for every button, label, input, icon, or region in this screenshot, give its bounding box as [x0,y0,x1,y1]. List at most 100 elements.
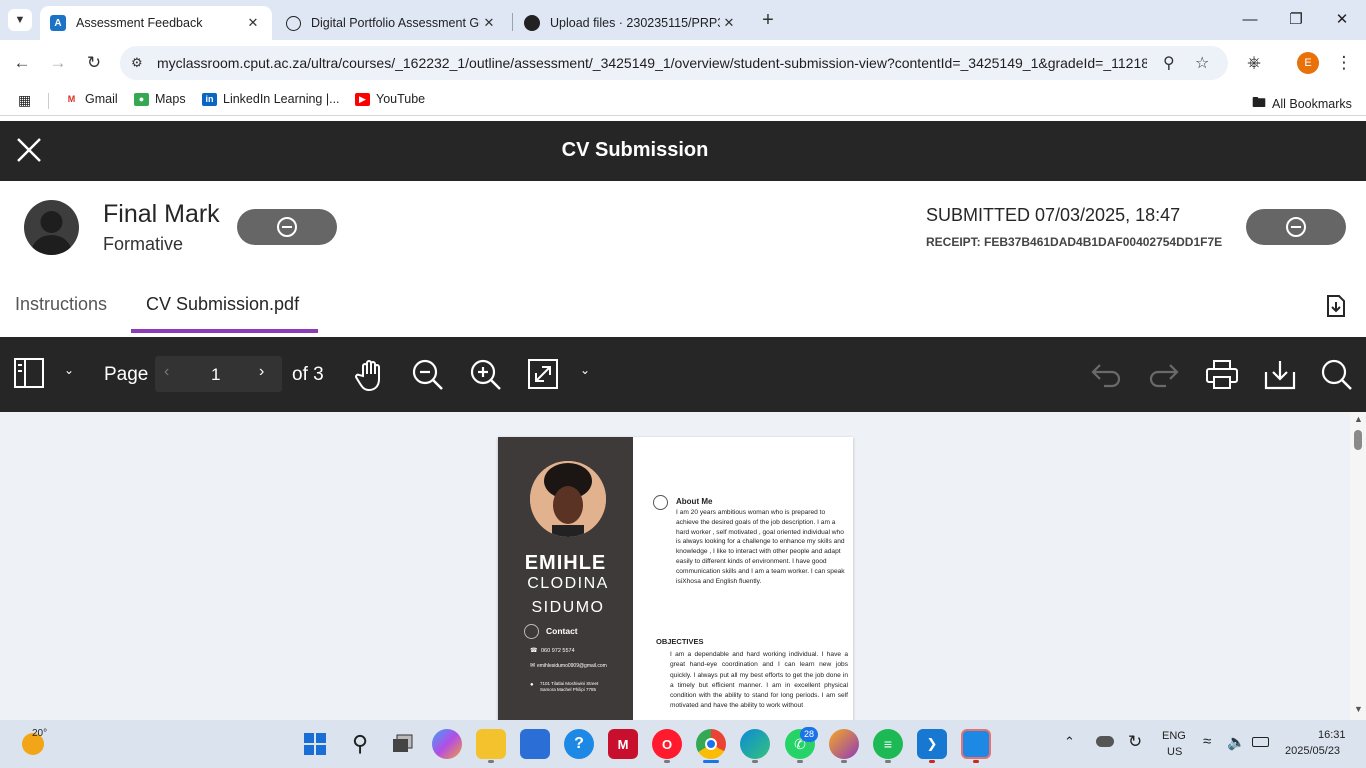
final-mark-label: Final Mark [103,200,220,228]
photos-icon[interactable] [961,729,991,759]
restore-icon[interactable]: ❐ [1276,8,1316,32]
clock-time[interactable]: 16:31 [1318,729,1346,741]
fit-page-icon[interactable] [528,359,558,389]
site-info-icon[interactable]: ⚙ [131,55,143,71]
bookmark-divider [48,93,49,109]
clock-date[interactable]: 2025/05/23 [1285,745,1340,757]
menu-icon[interactable]: ⋮ [1332,51,1356,75]
minus-circle-icon [1286,217,1306,237]
extensions-icon[interactable]: ⎈ [1242,51,1266,75]
grade-toggle-button[interactable] [237,209,337,245]
edge-icon[interactable] [740,729,770,759]
volume-icon[interactable]: 🔈 [1227,733,1246,751]
cv-email: emihlesidumo0909@gmail.com [537,663,607,669]
profile-photo [530,461,606,537]
all-bookmarks[interactable]: 🖿 All Bookmarks [1252,92,1352,116]
bookmark-star-icon[interactable]: ☆ [1195,53,1209,73]
print-icon[interactable] [1206,360,1238,390]
scrollbar-thumb[interactable] [1354,430,1362,450]
task-view-icon[interactable] [388,729,418,759]
cv-last-name: SIDUMO [531,599,605,616]
cv-objectives-heading: OBJECTIVES [656,637,704,646]
zoom-out-icon[interactable] [412,359,444,391]
gmail-icon: M [64,92,79,106]
apps-icon[interactable]: ▦ [18,92,31,109]
reload-icon[interactable]: ↻ [82,51,106,75]
tab-cv-submission-pdf[interactable]: CV Submission.pdf [146,294,299,315]
sidebar-dropdown-icon[interactable]: ⌄ [64,363,74,377]
url-text[interactable]: myclassroom.cput.ac.za/ultra/courses/_16… [157,55,1147,71]
contact-icon [524,624,539,639]
page-number-input[interactable]: 1 [211,365,220,385]
chrome-icon[interactable] [696,729,726,759]
sync-icon[interactable]: ↻ [1128,732,1142,752]
tab-instructions[interactable]: Instructions [15,294,107,315]
close-icon[interactable]: ✕ [244,15,262,31]
back-icon[interactable]: ← [10,51,34,75]
zoom-in-icon[interactable] [470,359,502,391]
vscode-icon[interactable]: ❯ [917,729,947,759]
show-hidden-icons-icon[interactable]: ⌃ [1064,734,1075,750]
tab-assessment-feedback[interactable]: A Assessment Feedback ✕ [40,6,272,40]
search-icon[interactable] [1321,359,1353,391]
file-explorer-icon[interactable] [476,729,506,759]
tab-digital-portfolio[interactable]: Digital Portfolio Assessment Gu ✕ [276,6,508,40]
page-count: of 3 [292,364,324,385]
cv-address: 7101 Tilatlai Moshiwini Street Samora Ma… [540,681,599,692]
bookmark-label: Gmail [85,92,118,106]
opera-icon[interactable]: O [652,729,682,759]
new-tab-button[interactable]: + [756,8,780,32]
bookmark-youtube[interactable]: ▶ YouTube [355,92,425,106]
copilot-icon[interactable] [432,729,462,759]
vertical-scrollbar[interactable]: ▲ ▼ [1350,412,1366,720]
next-page-icon[interactable]: › [259,363,264,381]
download-icon[interactable] [1264,360,1296,390]
sidebar-toggle-icon[interactable] [14,357,44,389]
running-indicator [973,760,979,763]
minimize-icon[interactable]: — [1230,8,1270,32]
search-taskbar-icon[interactable]: ⚲ [345,729,375,759]
close-icon[interactable]: ✕ [720,15,738,31]
zoom-icon[interactable]: ⚲ [1163,53,1175,73]
mcafee-icon[interactable]: M [608,729,638,759]
weather-temp: 20° [32,728,48,739]
spotify-icon[interactable]: ≡ [873,729,903,759]
close-icon[interactable]: ✕ [480,15,498,31]
formative-label: Formative [103,234,184,254]
bookmark-gmail[interactable]: M Gmail [64,92,118,106]
pan-hand-icon[interactable] [355,358,387,392]
forward-icon[interactable]: → [46,51,70,75]
address-bar[interactable]: ⚙ myclassroom.cput.ac.za/ultra/courses/_… [120,46,1228,80]
prev-page-icon[interactable]: ‹ [164,363,169,381]
microsoft-store-icon[interactable] [520,729,550,759]
browser-toolbar: ← → ↻ ⚙ myclassroom.cput.ac.za/ultra/cou… [0,40,1366,86]
cv-sidebar: EMIHLE CLODINA SIDUMO Contact ☎ 060 972 … [498,437,633,720]
language-line1[interactable]: ENG [1162,730,1186,742]
bookmark-linkedin[interactable]: in LinkedIn Learning |... [202,92,340,106]
get-help-icon[interactable]: ? [564,729,594,759]
scroll-up-arrow[interactable]: ▲ [1354,414,1363,424]
page-navigator: ‹ 1 › [155,356,282,392]
language-line2[interactable]: US [1167,746,1182,758]
scroll-down-arrow[interactable]: ▼ [1354,704,1363,714]
openai-icon [286,15,301,31]
tab-upload-files[interactable]: Upload files · 230235115/PRP37 ✕ [514,6,748,40]
minus-circle-icon [277,217,297,237]
location-icon: ● [530,682,534,688]
onedrive-icon[interactable] [1096,736,1114,747]
vpn-icon[interactable] [829,729,859,759]
redo-icon[interactable] [1148,361,1180,389]
download-file-icon[interactable] [1325,294,1347,318]
wifi-icon[interactable]: ≈ [1203,733,1211,750]
tab-search-button[interactable]: ▼ [8,9,32,31]
pdf-viewer[interactable]: EMIHLE CLODINA SIDUMO Contact ☎ 060 972 … [0,412,1366,720]
tab-label: Digital Portfolio Assessment Gu [311,16,480,30]
fit-dropdown-icon[interactable]: ⌄ [580,363,590,377]
submission-toggle-button[interactable] [1246,209,1346,245]
bookmark-maps[interactable]: ● Maps [134,92,186,106]
undo-icon[interactable] [1090,361,1122,389]
window-close-icon[interactable]: ✕ [1322,8,1362,32]
profile-avatar[interactable]: E [1297,52,1319,74]
battery-icon[interactable] [1252,737,1269,747]
windows-start-icon[interactable] [300,729,330,759]
